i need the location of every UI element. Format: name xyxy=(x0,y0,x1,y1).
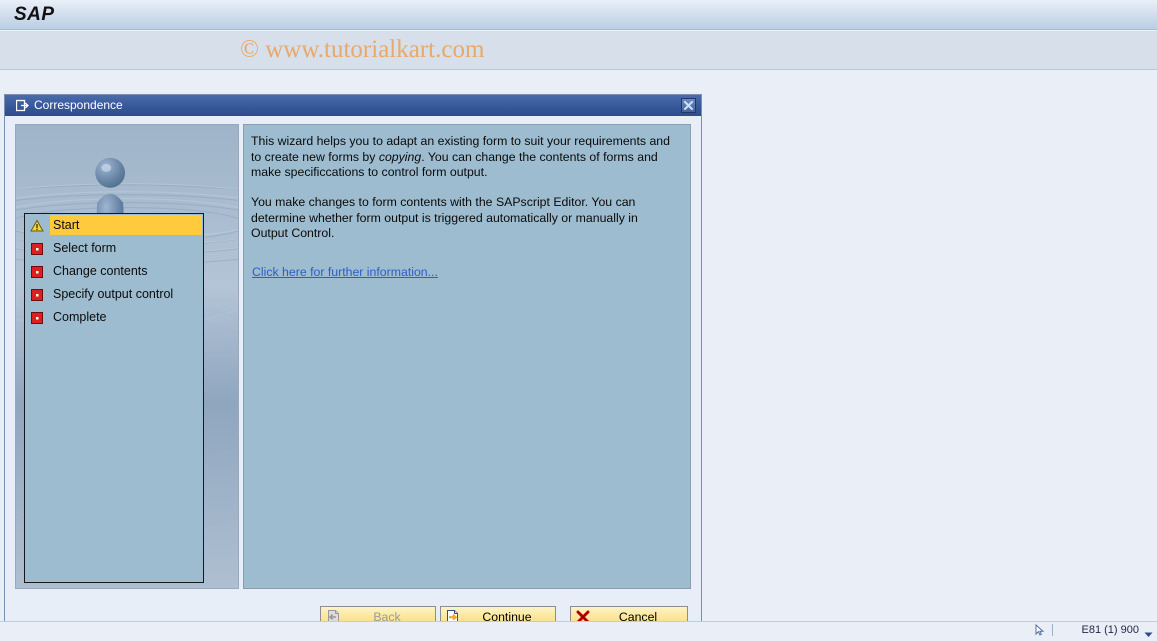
red-square-icon xyxy=(30,310,44,324)
window-icon xyxy=(15,99,29,112)
step-label: Start xyxy=(53,218,80,232)
step-label: Select form xyxy=(53,241,117,255)
wizard-paragraph-2: You make changes to form contents with t… xyxy=(251,195,638,241)
wizard-illustration-panel: Start Select form Change contents Specif… xyxy=(15,124,239,589)
step-label: Specify output control xyxy=(53,287,174,301)
dialog-title: Correspondence xyxy=(34,98,123,112)
correspondence-dialog: Correspondence Start Select form Change … xyxy=(4,94,702,637)
status-system-id: E81 (1) 900 xyxy=(1081,624,1139,636)
dialog-title-bar[interactable]: Correspondence xyxy=(5,95,701,116)
status-bar: E81 (1) 900 xyxy=(0,621,1157,637)
wizard-step-select-form[interactable]: Select form xyxy=(25,237,203,260)
wizard-step-specify-output-control[interactable]: Specify output control xyxy=(25,283,203,306)
watermark-text: © www.tutorialkart.com xyxy=(240,36,485,63)
watermark-band xyxy=(0,31,1157,70)
warning-triangle-icon xyxy=(30,218,44,232)
wizard-paragraph-1: This wizard helps you to adapt an existi… xyxy=(251,134,671,181)
wizard-step-change-contents[interactable]: Change contents xyxy=(25,260,203,283)
step-label: Change contents xyxy=(53,264,148,278)
sap-logo: SAP xyxy=(14,4,55,25)
wizard-step-complete[interactable]: Complete xyxy=(25,306,203,329)
wizard-step-list: Start Select form Change contents Specif… xyxy=(25,214,203,329)
red-square-icon xyxy=(30,241,44,255)
chevron-down-icon[interactable] xyxy=(1144,627,1153,641)
red-square-icon xyxy=(30,287,44,301)
status-separator xyxy=(1052,624,1053,636)
wizard-step-start[interactable]: Start xyxy=(25,214,203,237)
cursor-icon xyxy=(1035,623,1045,636)
wizard-content-panel: This wizard helps you to adapt an existi… xyxy=(243,124,691,589)
step-label: Complete xyxy=(53,310,107,324)
close-icon[interactable] xyxy=(681,98,696,113)
further-information-link[interactable]: Click here for further information... xyxy=(252,265,438,279)
dialog-body: Start Select form Change contents Specif… xyxy=(5,116,701,636)
sap-header-bar: SAP xyxy=(0,0,1157,30)
paragraph-1-emphasis: copying xyxy=(378,149,422,164)
red-square-icon xyxy=(30,264,44,278)
